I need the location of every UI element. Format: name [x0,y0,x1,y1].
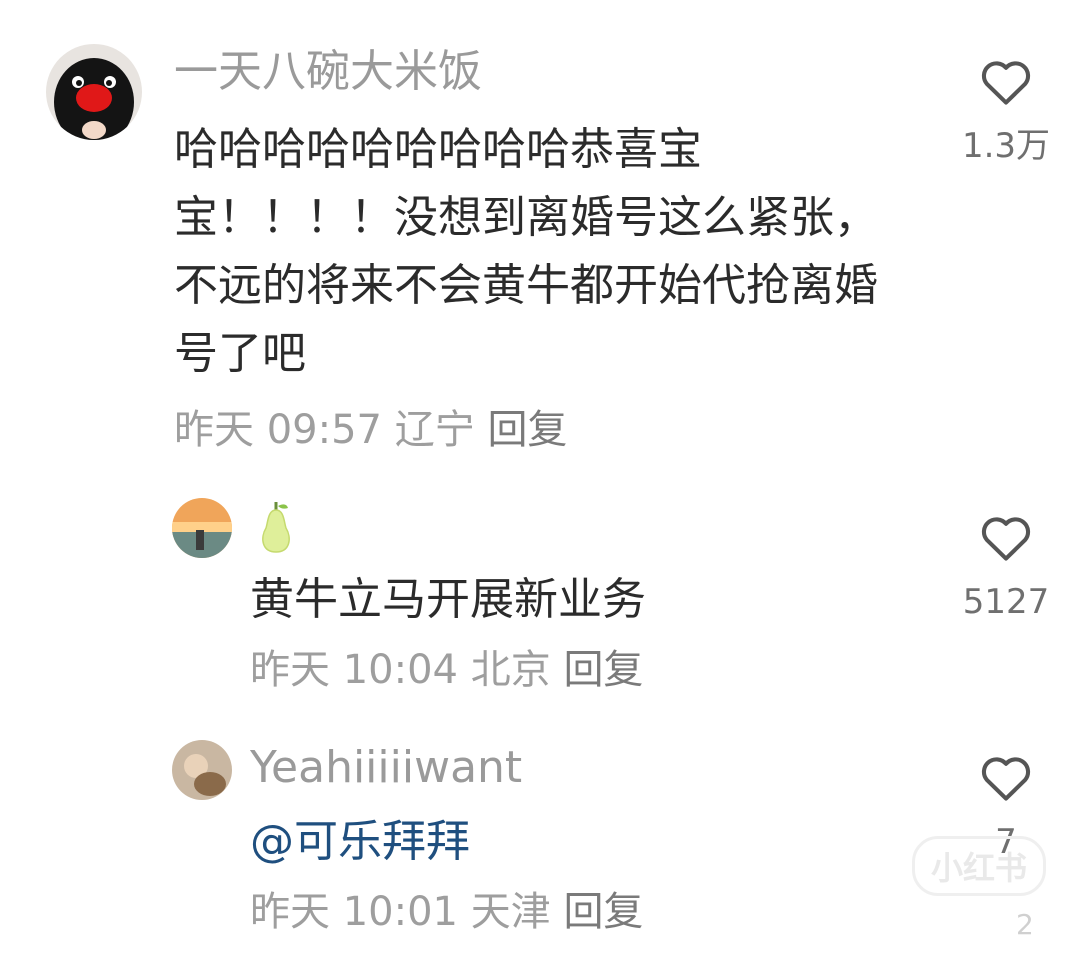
reply-button[interactable]: 回复 [487,407,567,453]
comment-meta: 昨天 10:01 天津 回复 [250,886,643,938]
comment-time: 昨天 10:01 [250,889,458,935]
username-pear-emoji[interactable] [254,496,298,560]
comment-content: 哈哈哈哈哈哈哈哈哈恭喜宝宝！！！！没想到离婚号这么紧张，不远的将来不会黄牛都开始… [174,124,878,379]
reply-button[interactable]: 回复 [563,647,643,693]
heart-icon[interactable] [978,512,1034,562]
corner-number: 2 [1016,908,1034,941]
mention-link[interactable]: @可乐拜拜 [250,816,470,867]
comment-meta: 昨天 10:04 北京 回复 [250,644,643,696]
heart-icon[interactable] [978,56,1034,106]
comment-username[interactable]: Yeahiiiiiwant [250,740,522,796]
comment-location: 北京 [470,647,551,693]
comment-time: 昨天 10:04 [250,647,458,693]
comment-username[interactable]: 一天八碗大米饭 [174,44,482,100]
reply-button[interactable]: 回复 [563,889,643,935]
comment-content: @可乐拜拜 [250,808,470,876]
pear-icon [262,502,290,553]
like-column: 5127 [946,512,1066,624]
avatar[interactable] [172,498,232,558]
like-count: 5127 [962,582,1050,622]
avatar[interactable] [46,44,142,140]
comment-time: 昨天 09:57 [174,407,382,453]
like-column: 1.3万 [946,56,1066,168]
heart-icon[interactable] [978,752,1034,802]
comment-meta: 昨天 09:57 辽宁 回复 [174,404,567,456]
comment-location: 天津 [470,889,551,935]
comment-content: 黄牛立马开展新业务 [250,574,646,625]
comment-location: 辽宁 [394,407,475,453]
like-count: 1.3万 [961,126,1051,166]
avatar[interactable] [172,740,232,800]
watermark-logo: 小红书 [912,836,1047,896]
